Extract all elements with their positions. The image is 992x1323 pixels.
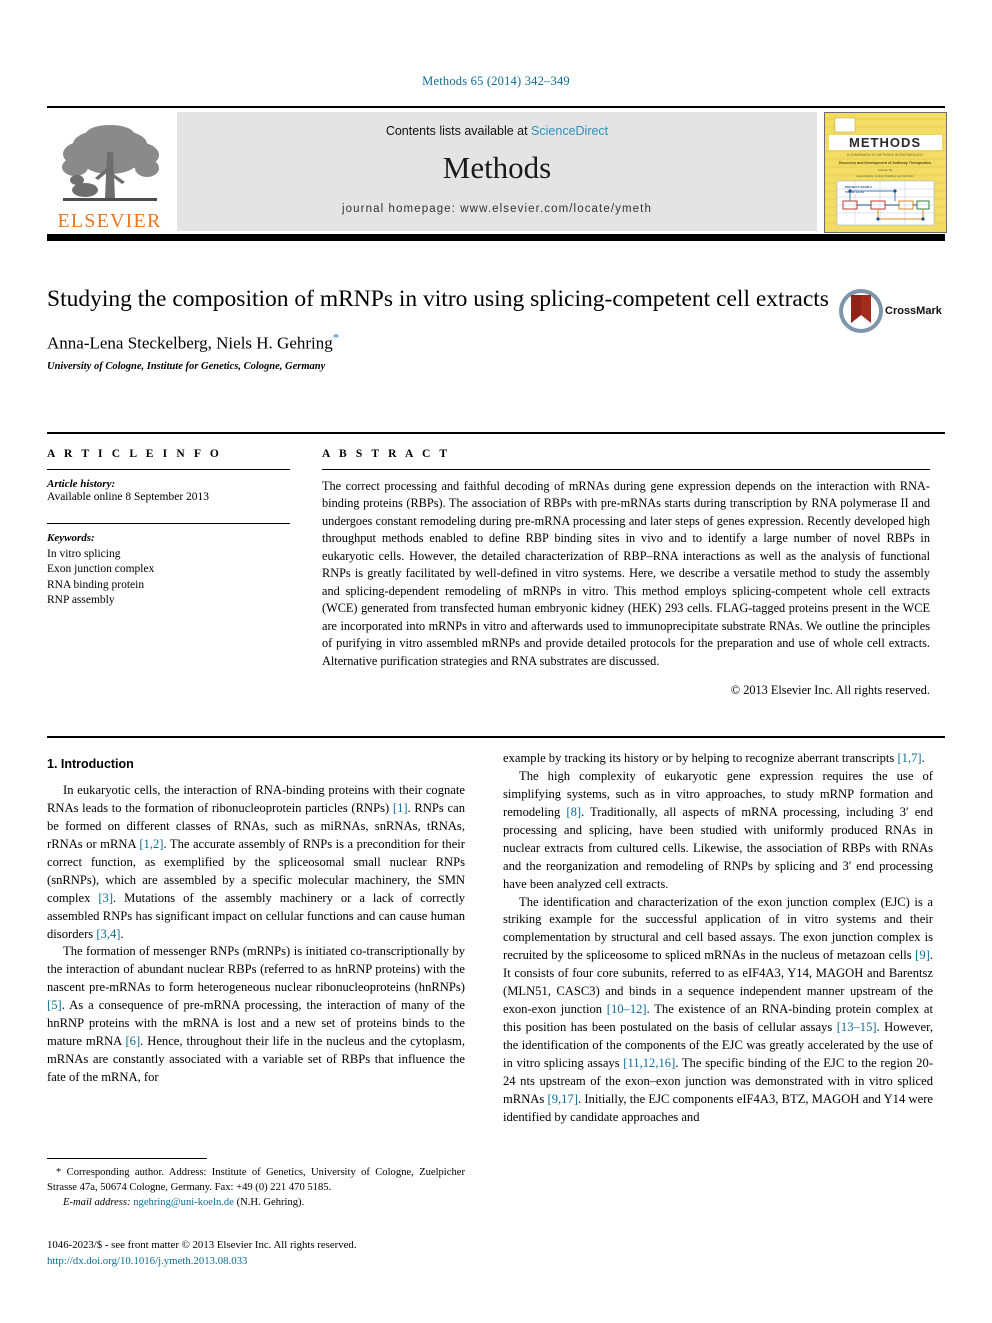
svg-text:Discovery and Development of A: Discovery and Development of Antibody Th… — [839, 161, 931, 165]
paragraph: The identification and characterization … — [503, 894, 934, 1124]
crossmark-icon — [839, 289, 883, 333]
citation-ref[interactable]: [13–15] — [837, 1020, 877, 1034]
contents-prefix: Contents lists available at — [385, 124, 532, 138]
info-divider-2 — [47, 522, 290, 524]
corresponding-author-footnote: * Corresponding author. Address: Institu… — [47, 1158, 465, 1210]
sciencedirect-link[interactable]: ScienceDirect — [531, 124, 608, 138]
abstract-copyright: © 2013 Elsevier Inc. All rights reserved… — [730, 682, 930, 697]
journal-cover-thumbnail[interactable]: METHODS A COMPANION TO METHODS IN ENZYMO… — [824, 112, 947, 233]
article-history-label: Article history: — [47, 478, 116, 490]
svg-text:A COMPANION TO METHODS IN ENZY: A COMPANION TO METHODS IN ENZYMOLOGY — [847, 153, 924, 157]
author-list: Anna-Lena Steckelberg, Niels H. Gehring* — [47, 330, 945, 354]
body-column-right: example by tracking its history or by he… — [503, 750, 933, 1127]
body-column-left: 1. Introduction In eukaryotic cells, the… — [47, 757, 465, 1087]
citation-ref[interactable]: [8] — [566, 805, 581, 819]
citation-ref[interactable]: [11,12,16] — [623, 1056, 675, 1070]
section-heading-introduction: 1. Introduction — [47, 757, 134, 771]
article-info-column: A R T I C L E I N F O Article history: A… — [47, 448, 290, 609]
citation-ref[interactable]: [1,7] — [897, 751, 921, 765]
elsevier-tree-icon — [61, 125, 159, 201]
citation-ref[interactable]: [3] — [98, 891, 113, 905]
footnote-address: Corresponding author. Address: Institute… — [47, 1167, 465, 1193]
abstract-column: A B S T R A C T The correct processing a… — [322, 448, 930, 698]
citation-ref[interactable]: [10–12] — [607, 1002, 647, 1016]
footnote-email-line: E-mail address: ngehring@uni-koeln.de (N… — [47, 1196, 465, 1211]
keyword-item: Exon junction complex — [47, 563, 155, 576]
svg-text:Volume 65: Volume 65 — [878, 168, 893, 172]
citation-ref[interactable]: [9,17] — [548, 1092, 578, 1106]
abstract-divider — [322, 469, 930, 470]
author-names: Anna-Lena Steckelberg, Niels H. Gehring — [47, 334, 333, 354]
email-label: E-mail address: — [63, 1196, 131, 1208]
paragraph: In eukaryotic cells, the interaction of … — [47, 783, 466, 941]
cover-artwork-icon: METHODS A COMPANION TO METHODS IN ENZYMO… — [825, 113, 946, 232]
doi-link[interactable]: http://dx.doi.org/10.1016/j.ymeth.2013.0… — [47, 1254, 477, 1270]
running-head: Methods 65 (2014) 342–349 — [422, 74, 570, 88]
corresponding-author-marker: * — [332, 330, 340, 346]
journal-masthead: ELSEVIER Contents lists available at Sci… — [47, 106, 947, 241]
email-owner: (N.H. Gehring). — [236, 1196, 305, 1208]
citation-ref[interactable]: [6] — [125, 1034, 140, 1048]
email-link[interactable]: ngehring@uni-koeln.de — [133, 1197, 234, 1208]
paragraph: The formation of messenger RNPs (mRNPs) … — [47, 944, 465, 1084]
keyword-item: RNA binding protein — [47, 578, 145, 591]
info-section-bottom-rule — [47, 736, 945, 738]
abstract-text: The correct processing and faithful deco… — [322, 479, 930, 668]
journal-band: Contents lists available at ScienceDirec… — [177, 112, 817, 231]
abstract-heading: A B S T R A C T — [322, 448, 451, 460]
journal-title: Methods — [442, 150, 552, 185]
front-matter-line: 1046-2023/$ - see front matter © 2013 El… — [47, 1239, 357, 1251]
page-title: Studying the composition of mRNPs in vit… — [47, 286, 829, 312]
masthead-bottom-bar — [47, 234, 945, 241]
paragraph: example by tracking its history or by he… — [503, 751, 925, 765]
journal-article-page: Methods 65 (2014) 342–349 ELSEVIER Conte… — [0, 0, 992, 1323]
keywords-list: In vitro splicing Exon junction complex … — [47, 547, 290, 609]
article-history-value: Available online 8 September 2013 — [47, 491, 210, 503]
title-block: Studying the composition of mRNPs in vit… — [47, 285, 945, 372]
affiliation: University of Cologne, Institute for Gen… — [47, 361, 326, 373]
svg-text:METHODS: METHODS — [849, 135, 921, 150]
svg-text:PROJECT EXON 2: PROJECT EXON 2 — [845, 185, 872, 189]
citation-ref[interactable]: [3,4] — [96, 927, 120, 941]
bottom-matter: 1046-2023/$ - see front matter © 2013 El… — [47, 1238, 477, 1269]
citation-ref[interactable]: [5] — [47, 998, 62, 1012]
elsevier-wordmark: ELSEVIER — [57, 210, 162, 232]
paragraph: The high complexity of eukaryotic gene e… — [503, 768, 933, 891]
footnote-rule — [47, 1158, 207, 1159]
keywords-label: Keywords: — [47, 531, 95, 544]
citation-ref[interactable]: [1,2] — [139, 837, 163, 851]
keyword-item: In vitro splicing — [47, 547, 121, 560]
elsevier-logo: ELSEVIER — [47, 112, 172, 231]
contents-available-line: Contents lists available at ScienceDirec… — [177, 112, 817, 138]
citation-ref[interactable]: [1] — [393, 801, 408, 815]
footnote-marker: * — [56, 1167, 62, 1178]
article-info-heading: A R T I C L E I N F O — [47, 448, 222, 460]
journal-homepage-line[interactable]: journal homepage: www.elsevier.com/locat… — [177, 203, 817, 215]
citation-ref[interactable]: [9] — [915, 948, 930, 962]
crossmark-label: CrossMark — [885, 305, 942, 317]
crossmark-badge[interactable]: CrossMark — [838, 288, 946, 340]
info-divider-1 — [47, 469, 290, 470]
keyword-item: RNP assembly — [47, 594, 115, 607]
info-section-top-rule — [47, 432, 945, 434]
masthead-top-rule — [47, 106, 945, 108]
svg-text:Guest Editors: Andrew Bradbury: Guest Editors: Andrew Bradbury and Jeff … — [856, 174, 914, 178]
footnote-text: * Corresponding author. Address: Institu… — [47, 1166, 465, 1196]
